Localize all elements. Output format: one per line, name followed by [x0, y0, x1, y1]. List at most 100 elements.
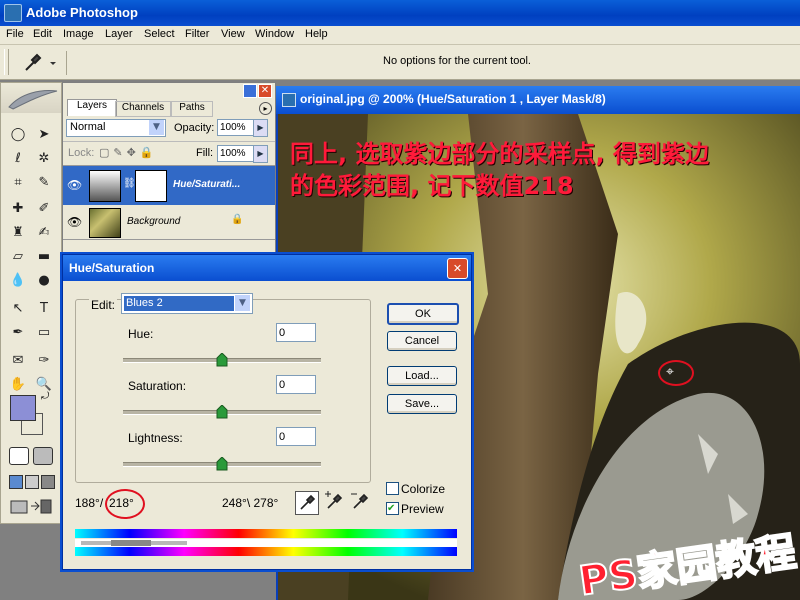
type-tool-icon[interactable]: T [33, 299, 55, 319]
lightness-label: Lightness: [128, 431, 183, 445]
blur-tool-icon[interactable]: 💧 [7, 271, 29, 291]
path-selection-icon[interactable]: ↖ [7, 299, 29, 319]
opacity-field[interactable]: 100% [217, 119, 255, 136]
menu-layer[interactable]: Layer [105, 28, 133, 40]
lightness-slider-thumb[interactable] [216, 456, 228, 474]
toolbox: ◯ ➤ ℓ ✲ ⌗ ✎ ✚ ✐ ♜ ✍ ▱ ▬ 💧 ● ↖ T ✒ ▭ ✉ ✑ … [0, 82, 62, 524]
edit-select-value: Blues 2 [124, 296, 234, 311]
close-icon[interactable]: ✕ [258, 84, 272, 98]
screen-mode-full-icon[interactable] [41, 475, 55, 489]
tab-paths[interactable]: Paths [171, 101, 213, 117]
gradient-tool-icon[interactable]: ▬ [33, 247, 55, 267]
foreground-color-swatch[interactable] [10, 395, 36, 421]
swap-colors-icon[interactable]: ⤾ [41, 391, 49, 402]
eye-icon[interactable]: 👁 [67, 178, 82, 192]
hue-slider-thumb[interactable] [216, 352, 228, 370]
cancel-button[interactable]: Cancel [387, 331, 457, 351]
saturation-slider-thumb[interactable] [216, 404, 228, 422]
grip-handle[interactable] [4, 49, 9, 75]
healing-brush-icon[interactable]: ✚ [7, 199, 29, 219]
brush-tool-icon[interactable]: ✐ [33, 199, 55, 219]
eyedropper-button[interactable] [295, 491, 319, 515]
dodge-tool-icon[interactable]: ● [33, 271, 55, 291]
colorize-checkbox[interactable]: ✔ [386, 482, 399, 495]
lock-icon: 🔒 [231, 214, 244, 225]
layer-name: Hue/Saturati... [173, 179, 241, 190]
eraser-tool-icon[interactable]: ▱ [7, 247, 29, 267]
close-icon[interactable]: ✕ [447, 258, 468, 279]
tool-preset-picker[interactable] [20, 52, 60, 74]
chevron-down-icon: ▼ [149, 120, 164, 135]
shape-tool-icon[interactable]: ▭ [33, 323, 55, 343]
menu-filter[interactable]: Filter [185, 28, 209, 40]
screen-mode-full-menu-icon[interactable] [25, 475, 39, 489]
dialog-title-bar[interactable]: Hue/Saturation ✕ [63, 255, 471, 281]
minimize-icon[interactable] [243, 84, 257, 98]
output-spectrum-bar [75, 547, 457, 556]
marquee-tool-icon[interactable]: ◯ [7, 125, 29, 145]
range-slider-area[interactable] [75, 539, 457, 547]
move-tool-icon[interactable]: ➤ [33, 125, 55, 145]
range-core-bar[interactable] [111, 540, 151, 546]
edit-group-box [75, 299, 371, 483]
tab-layers[interactable]: Layers [67, 99, 117, 116]
menu-select[interactable]: Select [144, 28, 175, 40]
lasso-tool-icon[interactable]: ℓ [7, 149, 29, 169]
edit-select[interactable]: Blues 2 ▼ [121, 293, 253, 314]
feather-logo-icon [8, 90, 58, 110]
jump-to-imageready-icon[interactable] [9, 497, 53, 515]
layer-row-hue-saturation[interactable]: 👁 ⛓ Hue/Saturati... [63, 165, 275, 207]
document-title-bar[interactable]: original.jpg @ 200% (Hue/Saturation 1 , … [276, 86, 800, 114]
chain-link-icon[interactable]: ⛓ [123, 178, 136, 189]
menu-help[interactable]: Help [305, 28, 328, 40]
adjustment-layer-thumbnail [89, 170, 121, 202]
palette-menu-icon[interactable]: ▸ [259, 102, 272, 115]
menu-edit[interactable]: Edit [33, 28, 52, 40]
menu-file[interactable]: File [6, 28, 24, 40]
pen-tool-icon[interactable]: ✒ [7, 323, 29, 343]
layer-mask-thumbnail[interactable] [135, 170, 167, 202]
lock-icons[interactable]: ▢✎✥🔒 [99, 146, 171, 160]
magic-wand-icon[interactable]: ✲ [33, 149, 55, 169]
quick-mask-icon[interactable] [33, 447, 53, 465]
layer-row-background[interactable]: 👁 Background 🔒 [63, 205, 275, 240]
hand-tool-icon[interactable]: ✋ [7, 375, 29, 395]
save-button[interactable]: Save... [387, 394, 457, 414]
eyedropper-icon [300, 494, 316, 510]
hue-field[interactable]: 0 [276, 323, 316, 342]
subtract-from-sample-button[interactable] [349, 491, 371, 513]
fill-arrow-icon[interactable]: ▶ [253, 145, 268, 163]
clone-stamp-icon[interactable]: ♜ [7, 223, 29, 243]
preview-checkbox[interactable]: ✔ [386, 502, 399, 515]
slice-tool-icon[interactable]: ✎ [33, 173, 55, 193]
blend-mode-select[interactable]: Normal ▼ [66, 119, 166, 137]
eyedropper-minus-icon [351, 493, 369, 509]
opacity-arrow-icon[interactable]: ▶ [253, 119, 268, 137]
standard-mode-icon[interactable] [9, 447, 29, 465]
saturation-field[interactable]: 0 [276, 375, 316, 394]
hue-saturation-dialog: Hue/Saturation ✕ Edit: Blues 2 ▼ Hue: 0 … [62, 254, 472, 570]
app-title: Adobe Photoshop [26, 5, 138, 20]
load-button[interactable]: Load... [387, 366, 457, 386]
preview-checkmark: ✔ [387, 503, 396, 514]
add-to-sample-button[interactable] [323, 491, 345, 513]
eyedropper-tool-icon[interactable]: ✑ [33, 351, 55, 371]
menu-view[interactable]: View [221, 28, 245, 40]
menu-window[interactable]: Window [255, 28, 294, 40]
toolbox-header [1, 83, 61, 113]
eyedropper-plus-icon [325, 491, 343, 509]
history-brush-icon[interactable]: ✍ [33, 223, 55, 243]
screen-mode-standard-icon[interactable] [9, 475, 23, 489]
fill-field[interactable]: 100% [217, 145, 255, 162]
eye-icon[interactable]: 👁 [67, 215, 82, 229]
notes-tool-icon[interactable]: ✉ [7, 351, 29, 371]
ok-button[interactable]: OK [387, 303, 459, 325]
menu-image[interactable]: Image [63, 28, 94, 40]
tab-channels[interactable]: Channels [115, 101, 171, 117]
blend-mode-value: Normal [70, 121, 106, 133]
document-icon [282, 93, 296, 107]
edit-label: Edit: [89, 298, 118, 312]
crop-tool-icon[interactable]: ⌗ [7, 173, 29, 193]
eyedropper-icon [25, 53, 56, 71]
lightness-field[interactable]: 0 [276, 427, 316, 446]
